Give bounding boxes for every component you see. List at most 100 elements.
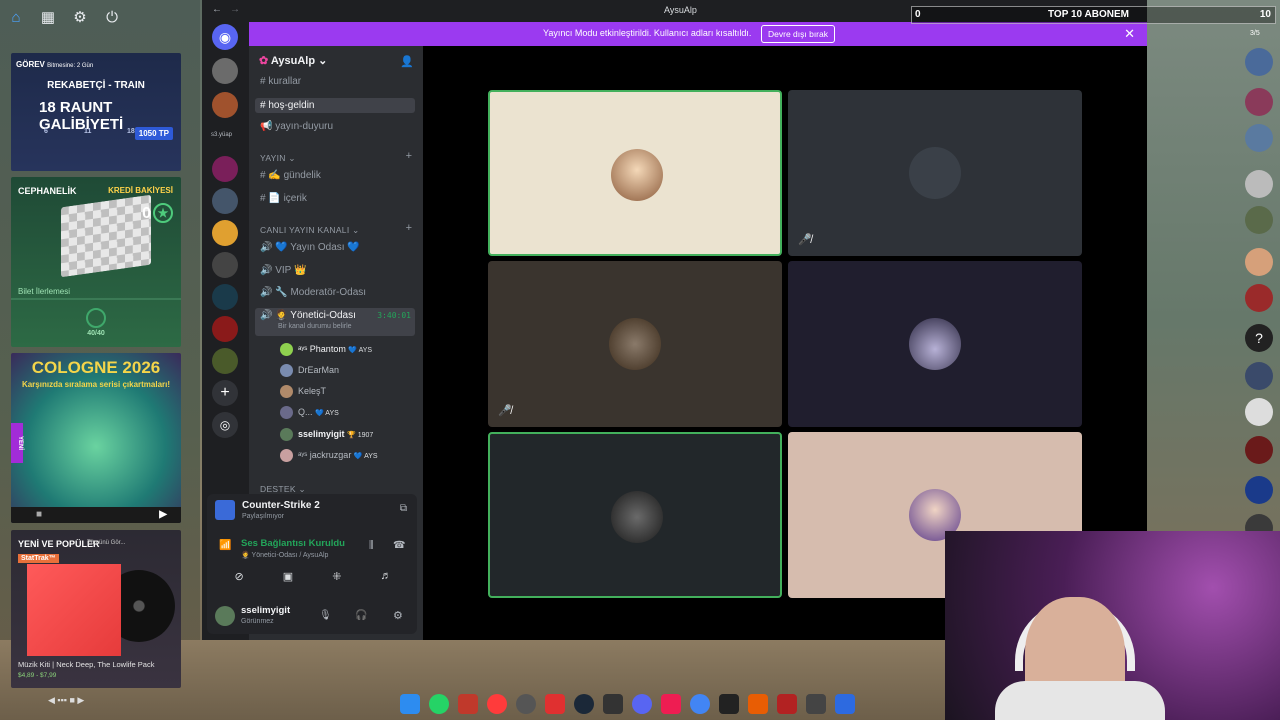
microphone-icon[interactable]: 🎙 [319,610,332,621]
forward-icon[interactable]: → [230,4,240,15]
chrome-icon[interactable] [690,694,710,714]
avatar[interactable] [215,606,235,626]
server-icon[interactable] [212,252,238,278]
disable-streamer-mode-button[interactable]: Devre dışı bırak [761,25,835,43]
invite-icon[interactable]: 👤 [400,55,414,68]
app-icon[interactable] [806,694,826,714]
settings-icon[interactable]: ⚙ [393,609,403,622]
voice-channel[interactable]: 🔊 💙 Yayın Odası 💙 [260,242,360,253]
avatar [1245,48,1273,76]
server-icon[interactable] [212,284,238,310]
steam-icon[interactable] [574,694,594,714]
voice-status[interactable]: Ses Bağlantısı Kuruldu [241,538,345,549]
voice-member[interactable]: sselimyigit 🏆 1907 [280,428,373,441]
server-name[interactable]: ✿ AysuAlp ⌄ [259,54,327,67]
server-icon[interactable] [212,92,238,118]
channel-daily[interactable]: # ✍️ gündelik [260,170,321,181]
category-live[interactable]: CANLI YAYIN KANALI ⌄ [260,225,360,236]
server-icon[interactable] [212,316,238,342]
add-channel-icon[interactable]: + [406,150,412,162]
participant-tile[interactable] [788,261,1082,427]
server-icon[interactable] [212,348,238,374]
app-icon[interactable] [545,694,565,714]
server-label: s3.yüap [211,132,233,138]
speaker-icon: 🔊 [260,310,273,321]
voice-member[interactable]: Q... 💙 AYS [280,406,339,419]
screen-share-icon[interactable]: ▣ [283,570,293,588]
participant-tile[interactable]: 🎤̸ [788,90,1082,256]
participant-tile[interactable]: 🎤̸ [488,261,782,427]
channel-status[interactable]: Bir kanal durumu belirle [278,323,352,330]
voice-member[interactable]: DrEarMan [280,364,339,377]
voice-channel[interactable]: 🔊 VIP 👑 [260,265,306,276]
cs2-icon[interactable] [835,694,855,714]
soundboard-icon[interactable]: ♬ [380,570,391,588]
power-icon[interactable]: ⏻ [104,10,120,26]
voice-member[interactable]: KeleşT [280,385,326,398]
participant-tile[interactable] [488,432,782,598]
noise-icon[interactable]: ⫼ [369,540,374,551]
server-icon[interactable] [212,220,238,246]
inventory-icon[interactable]: ▦ [40,10,56,26]
signal-icon: 📶 [219,540,232,551]
avatar [1245,398,1273,426]
epic-icon[interactable] [603,694,623,714]
ticket-progress-value: 40/40 [87,330,105,337]
store-card[interactable]: YENİ VE POPÜLER Tümünü Gör... StatTrak™ … [11,530,181,688]
opera-icon[interactable] [487,694,507,714]
headphones-icon[interactable]: 🎧 [355,610,367,621]
game-icon[interactable] [458,694,478,714]
checkered-flag-image [61,194,151,278]
explore-icon[interactable]: ◎ [212,412,238,438]
voice-member[interactable]: ᵃʸˢ jackruzgar 💙 AYS [280,449,378,462]
back-icon[interactable]: ← [212,4,222,15]
pause-icon[interactable]: ■ [36,509,42,520]
discord-icon[interactable] [632,694,652,714]
channel-content[interactable]: # 📄 içerik [260,193,307,204]
add-channel-icon[interactable]: + [406,222,412,234]
promo-subtitle: Karşınızda sıralama serisi çıkartmaları! [21,380,171,389]
counter-text: 3/5 [1250,30,1260,37]
promo-card[interactable]: COLOGNE 2026 Karşınızda sıralama serisi … [11,353,181,523]
play-icon[interactable]: ▶ [159,509,167,520]
activity-sub: Paylaşılmıyor [242,513,285,520]
tiktok-icon[interactable] [661,694,681,714]
server-icon[interactable] [212,156,238,182]
ticket-progress-label: Bilet İlerlemesi [18,287,71,296]
discord-home-icon[interactable]: ◉ [212,24,238,50]
start-icon[interactable] [400,694,420,714]
armory-card[interactable]: CEPHANELİK KREDİ BAKİYESİ 0 ★ Bilet İler… [11,177,181,347]
obs-icon[interactable] [516,694,536,714]
camera-off-icon[interactable]: ⊘ [235,570,244,588]
channel-rules[interactable]: # kurallar [260,76,301,87]
app-icon[interactable] [748,694,768,714]
see-all-link[interactable]: Tümünü Gör... [87,540,125,546]
mission-header: GÖREV Bitmesine: 2 Gün [16,60,94,69]
server-icon[interactable] [212,58,238,84]
share-icon[interactable]: ⧉ [400,503,407,514]
category-yayin[interactable]: YAYIN ⌄ [260,153,296,164]
carousel-controls[interactable]: ◀ ▪▪▪ ■ ▶ [48,695,84,706]
channel-announcements[interactable]: 📢 yayın-duyuru [260,121,333,132]
app-icon[interactable] [719,694,739,714]
disconnect-icon[interactable]: ☎ [393,540,405,551]
mission-card[interactable]: GÖREV Bitmesine: 2 Gün REKABETÇİ - TRAIN… [11,53,181,171]
activities-icon[interactable]: ⁜ [332,570,341,588]
avatar [1245,284,1273,312]
voice-channel[interactable]: 🔊 🔧 Moderatör-Odası [260,287,366,298]
channel-welcome[interactable]: # hoş-geldin [255,98,415,113]
whatsapp-icon[interactable] [429,694,449,714]
server-icon[interactable] [212,188,238,214]
gear-icon[interactable]: ⚙ [72,10,88,26]
active-voice-channel[interactable]: 🔊 🤵 Yönetici-Odası 3:40:01 Bir kanal dur… [255,308,415,336]
armory-header: CEPHANELİK [18,186,77,196]
voice-member[interactable]: ᵃʸˢ Phantom 💙 AYS [280,343,372,356]
home-icon[interactable]: ⌂ [8,10,24,26]
participant-tile[interactable] [488,90,782,256]
app-icon[interactable] [777,694,797,714]
avatar [1245,124,1273,152]
add-server-icon[interactable]: + [212,380,238,406]
close-icon[interactable]: ✕ [1124,26,1135,42]
goal-label: TOP 10 ABONEM [1048,9,1129,20]
webcam-overlay [945,531,1280,720]
